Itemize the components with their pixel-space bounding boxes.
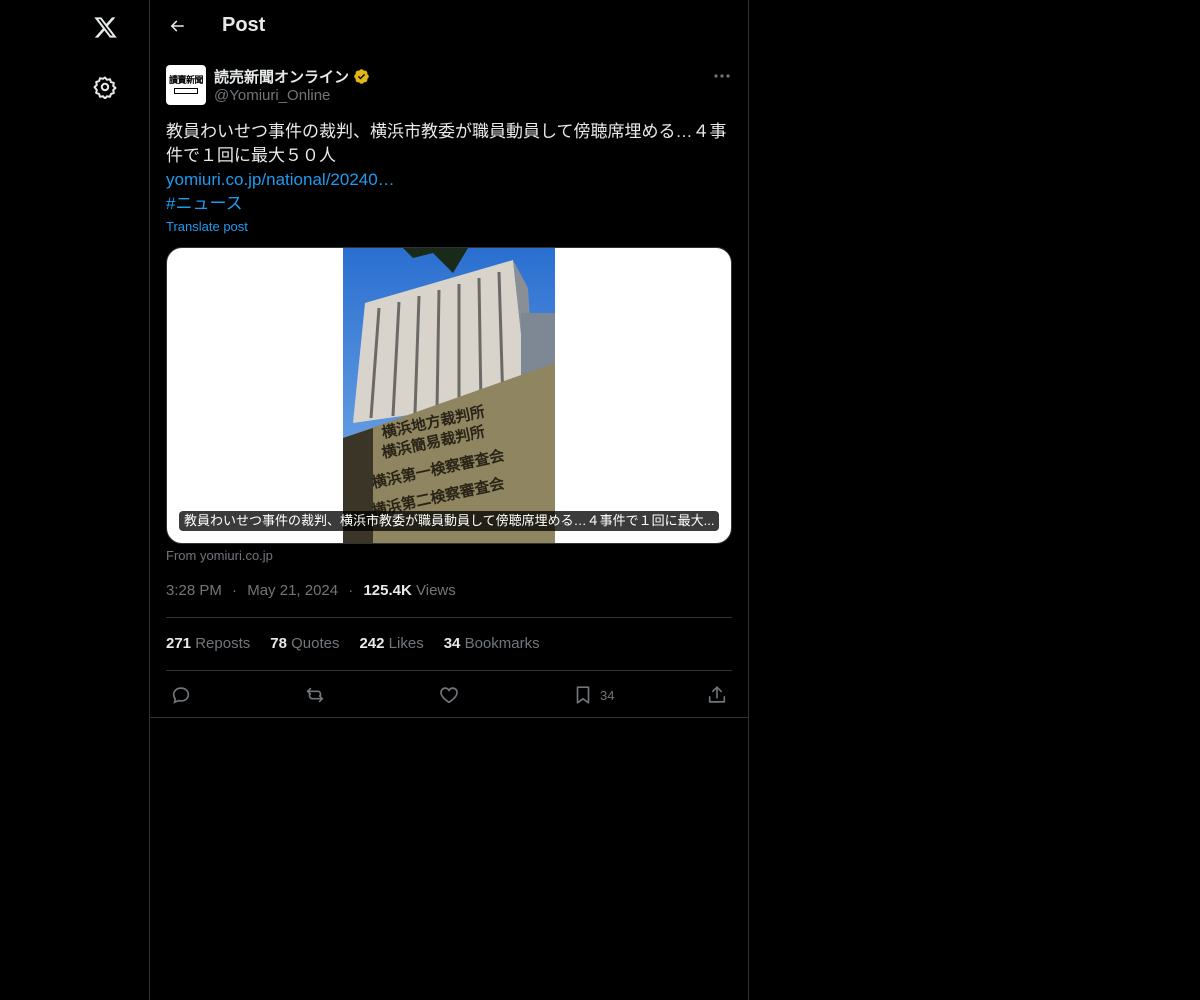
page-title: Post bbox=[222, 14, 266, 36]
post-meta: 3:28 PM · May 21, 2024 · 125.4K Views bbox=[166, 582, 456, 599]
divider bbox=[166, 670, 732, 671]
views-count: 125.4K bbox=[363, 582, 412, 599]
card-caption: 教員わいせつ事件の裁判、横浜市教委が職員動員して傍聴席埋める…４事件で１回に最大… bbox=[179, 511, 720, 531]
author-name-text: 読売新聞オンライン bbox=[214, 69, 350, 86]
verified-badge-icon bbox=[354, 69, 369, 84]
likes-count: 242 bbox=[359, 635, 385, 652]
quotes-count: 78 bbox=[270, 635, 287, 652]
author-handle[interactable]: @Yomiuri_Online bbox=[214, 87, 330, 104]
post-time[interactable]: 3:28 PM bbox=[166, 582, 222, 599]
share-button[interactable] bbox=[706, 682, 728, 708]
back-button[interactable] bbox=[162, 11, 192, 41]
more-dots-icon bbox=[714, 74, 730, 78]
likes-stat[interactable]: 242 Likes bbox=[359, 635, 423, 652]
card-image: 横浜地方裁判所 横浜簡易裁判所 横浜第一検察審査会 横浜第二検察審査会 bbox=[343, 248, 555, 543]
likes-label: Likes bbox=[388, 635, 424, 652]
bookmarks-count: 34 bbox=[443, 635, 461, 652]
avatar[interactable]: 讀賣新聞 bbox=[166, 65, 206, 105]
arrow-left-icon bbox=[170, 20, 184, 32]
author-name[interactable]: 読売新聞オンライン bbox=[214, 66, 370, 87]
reposts-label: Reposts bbox=[195, 635, 251, 652]
divider bbox=[166, 617, 732, 618]
share-icon bbox=[708, 686, 726, 703]
page-header: Post bbox=[150, 0, 748, 53]
action-bar: 34 bbox=[166, 682, 732, 708]
left-navigation bbox=[0, 0, 150, 1000]
like-button[interactable] bbox=[438, 682, 460, 708]
meta-separator: · bbox=[232, 582, 238, 599]
more-options-button[interactable] bbox=[708, 66, 736, 86]
post-date[interactable]: May 21, 2024 bbox=[247, 582, 338, 599]
reposts-stat[interactable]: 271 Reposts bbox=[166, 635, 250, 652]
divider bbox=[150, 717, 748, 718]
repost-button[interactable] bbox=[304, 682, 326, 708]
views-label: Views bbox=[416, 582, 456, 599]
avatar-logo-text: 讀賣新聞 bbox=[168, 76, 204, 86]
bookmark-count: 34 bbox=[600, 687, 615, 703]
translate-post-button[interactable]: Translate post bbox=[166, 219, 248, 234]
meta-separator: · bbox=[348, 582, 354, 599]
bookmarks-stat[interactable]: 34 Bookmarks bbox=[444, 635, 540, 652]
main-column: Post 讀賣新聞 読売新聞オンライン @Yomiuri_Online 教員わい… bbox=[150, 0, 749, 1000]
post-link[interactable]: yomiuri.co.jp/national/20240… bbox=[166, 168, 732, 192]
quotes-stat[interactable]: 78 Quotes bbox=[270, 635, 339, 652]
reposts-count: 271 bbox=[166, 635, 192, 652]
bookmark-icon bbox=[576, 686, 590, 704]
post-body-text: 教員わいせつ事件の裁判、横浜市教委が職員動員して傍聴席埋める…４事件で１回に最大… bbox=[166, 122, 727, 165]
heart-icon bbox=[440, 687, 458, 704]
link-card[interactable]: 横浜地方裁判所 横浜簡易裁判所 横浜第一検察審査会 横浜第二検察審査会 教員わい… bbox=[166, 247, 732, 544]
bookmarks-label: Bookmarks bbox=[464, 635, 540, 652]
repost-icon bbox=[306, 687, 324, 703]
bookmark-button[interactable]: 34 bbox=[572, 682, 614, 708]
gear-icon[interactable] bbox=[89, 71, 121, 103]
x-logo-icon[interactable] bbox=[89, 11, 121, 43]
reply-button[interactable] bbox=[170, 682, 192, 708]
hashtag-link[interactable]: #ニュース bbox=[166, 192, 732, 216]
post-stats: 271 Reposts 78 Quotes 242 Likes 34 Bookm… bbox=[166, 635, 540, 652]
card-source[interactable]: From yomiuri.co.jp bbox=[166, 548, 273, 563]
reply-icon bbox=[172, 687, 190, 704]
avatar-logo-box bbox=[174, 88, 198, 94]
post-text: 教員わいせつ事件の裁判、横浜市教委が職員動員して傍聴席埋める…４事件で１回に最大… bbox=[166, 120, 732, 216]
quotes-label: Quotes bbox=[291, 635, 340, 652]
